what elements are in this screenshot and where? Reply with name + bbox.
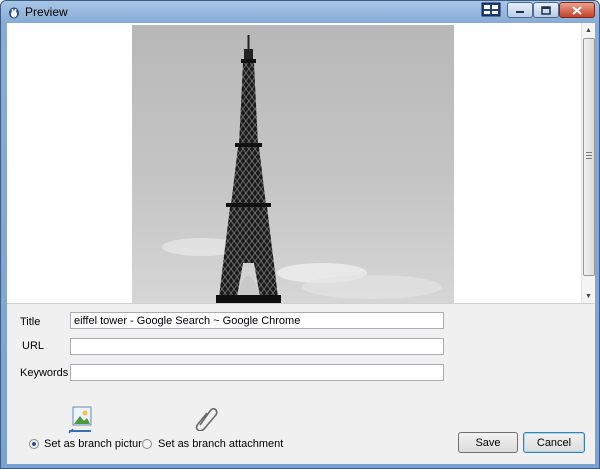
dialog-client: ▲ ▼ Title URL Keywords Set as branch pic… bbox=[7, 23, 595, 464]
cancel-button[interactable]: Cancel bbox=[523, 432, 585, 453]
branch-attachment-label[interactable]: Set as branch attachment bbox=[158, 438, 283, 450]
paperclip-icon bbox=[195, 407, 218, 431]
save-button[interactable]: Save bbox=[458, 432, 518, 453]
maximize-button[interactable] bbox=[533, 2, 559, 18]
picture-icon bbox=[68, 406, 92, 434]
eiffel-tower-image bbox=[132, 25, 454, 303]
branch-picture-radio[interactable] bbox=[29, 439, 39, 449]
title-bar[interactable]: Preview bbox=[1, 1, 599, 23]
keywords-label: Keywords bbox=[20, 367, 69, 379]
title-input[interactable] bbox=[70, 312, 444, 329]
preview-window: Preview ▲ ▼ Title eiffel tower - Google … bbox=[0, 0, 600, 469]
url-label: URL bbox=[22, 340, 45, 352]
preview-vertical-scrollbar[interactable]: ▲ ▼ bbox=[581, 23, 595, 303]
close-icon bbox=[572, 5, 582, 15]
scroll-up-arrow[interactable]: ▲ bbox=[582, 23, 595, 37]
minimize-button[interactable] bbox=[507, 2, 533, 18]
layout-icon[interactable] bbox=[481, 2, 501, 17]
scroll-down-arrow[interactable]: ▼ bbox=[582, 289, 595, 303]
url-input[interactable] bbox=[70, 338, 444, 355]
image-preview-pane: ▲ ▼ bbox=[7, 23, 595, 304]
scroll-thumb[interactable] bbox=[583, 38, 595, 276]
minimize-icon bbox=[516, 11, 524, 13]
title-label: Title bbox=[20, 316, 41, 328]
branch-attachment-radio[interactable] bbox=[142, 439, 152, 449]
maximize-icon bbox=[541, 5, 551, 15]
branch-picture-label[interactable]: Set as branch picture bbox=[44, 438, 148, 450]
window-title: Preview bbox=[25, 5, 68, 19]
close-button[interactable] bbox=[559, 2, 595, 18]
keywords-input[interactable] bbox=[70, 364, 444, 381]
app-icon bbox=[9, 7, 19, 19]
